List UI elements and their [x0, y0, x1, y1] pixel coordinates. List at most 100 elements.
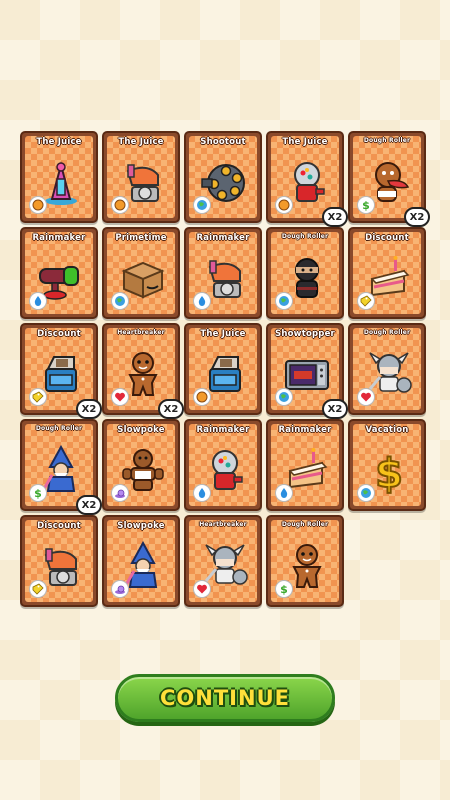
upgrade-card[interactable]: The Juice: [184, 323, 262, 415]
card-face: Heartbreaker: [189, 520, 257, 602]
card-title: Shootout: [200, 137, 246, 147]
svg-text:$: $: [280, 583, 288, 595]
green-dollar-icon: $: [357, 196, 375, 214]
yellow-tag-icon: [29, 388, 47, 406]
orange-orb-icon: [111, 196, 129, 214]
globe-icon: [275, 292, 293, 310]
card-face: Rainmaker: [271, 424, 339, 506]
svg-text:$: $: [375, 451, 403, 495]
upgrade-card[interactable]: The Juice: [20, 131, 98, 223]
purple-snail-icon: [111, 580, 129, 598]
card-title: Slowpoke: [117, 425, 165, 435]
card-title: Dough Roller: [363, 137, 411, 144]
card-title: Discount: [37, 329, 81, 339]
upgrade-card[interactable]: Slowpoke: [102, 419, 180, 511]
upgrade-card[interactable]: Dough Roller $ X2: [20, 419, 102, 515]
card-grid: The Juice The Juice Shootout The Juice X2 Dou…: [20, 131, 430, 607]
continue-button[interactable]: CONTINUE: [115, 674, 335, 722]
globe-icon: [275, 388, 293, 406]
upgrade-card[interactable]: Rainmaker: [20, 227, 98, 319]
card-title: Discount: [37, 521, 81, 531]
upgrade-card[interactable]: Heartbreaker X2: [102, 323, 184, 419]
card-title: Heartbreaker: [199, 521, 247, 528]
card-face: Shootout: [189, 136, 257, 218]
card-title: Rainmaker: [278, 425, 332, 435]
card-face: Dough Roller $: [25, 424, 93, 506]
upgrade-card[interactable]: Heartbreaker: [184, 515, 262, 607]
card-title: Slowpoke: [117, 521, 165, 531]
upgrade-card[interactable]: Slowpoke: [102, 515, 180, 607]
globe-icon: [111, 292, 129, 310]
orange-orb-icon: [193, 388, 211, 406]
card-title: Vacation: [365, 425, 409, 435]
upgrade-card[interactable]: Discount: [20, 515, 98, 607]
upgrade-card[interactable]: Dough Roller: [348, 323, 426, 415]
upgrade-card[interactable]: Discount X2: [20, 323, 102, 419]
card-title: Rainmaker: [32, 233, 86, 243]
multiplier-badge: X2: [158, 399, 184, 419]
green-dollar-icon: $: [275, 580, 293, 598]
card-face: Primetime: [107, 232, 175, 314]
upgrade-card[interactable]: The Juice: [102, 131, 180, 223]
card-face: Vacation $: [353, 424, 421, 506]
heart-icon: [111, 388, 129, 406]
card-title: Dough Roller: [363, 329, 411, 336]
upgrade-card[interactable]: Shootout: [184, 131, 262, 223]
upgrade-card[interactable]: Rainmaker: [266, 419, 344, 511]
card-face: Dough Roller $: [353, 136, 421, 218]
card-title: Dough Roller: [281, 521, 329, 528]
multiplier-badge: X2: [76, 399, 102, 419]
continue-label: CONTINUE: [160, 686, 290, 710]
card-face: The Juice: [107, 136, 175, 218]
card-title: Showtopper: [275, 329, 335, 339]
yellow-tag-icon: [29, 580, 47, 598]
card-title: Rainmaker: [196, 233, 250, 243]
card-face: Dough Roller $: [271, 520, 339, 602]
green-dollar-icon: $: [29, 484, 47, 502]
card-title: Dough Roller: [35, 425, 83, 432]
water-drop-icon: [193, 292, 211, 310]
heart-icon: [193, 580, 211, 598]
card-title: Dough Roller: [281, 233, 329, 240]
upgrade-card[interactable]: Rainmaker: [184, 227, 262, 319]
card-face: Discount: [25, 520, 93, 602]
card-face: Showtopper: [271, 328, 339, 410]
svg-text:$: $: [362, 199, 370, 211]
upgrade-card[interactable]: Dough Roller $: [266, 515, 344, 607]
globe-icon: [193, 196, 211, 214]
upgrade-card[interactable]: Discount: [348, 227, 426, 319]
multiplier-badge: X2: [322, 207, 348, 227]
card-face: The Juice: [271, 136, 339, 218]
globe-icon: [357, 484, 375, 502]
upgrade-card[interactable]: Primetime: [102, 227, 180, 319]
upgrade-card[interactable]: Showtopper X2: [266, 323, 348, 419]
upgrade-card[interactable]: Vacation $: [348, 419, 426, 511]
card-title: Primetime: [115, 233, 167, 243]
card-face: Heartbreaker: [107, 328, 175, 410]
multiplier-badge: X2: [322, 399, 348, 419]
upgrade-card[interactable]: Dough Roller: [266, 227, 344, 319]
yellow-tag-icon: [357, 292, 375, 310]
svg-text:$: $: [34, 487, 42, 499]
card-face: Discount: [25, 328, 93, 410]
upgrade-card[interactable]: Dough Roller $ X2: [348, 131, 430, 227]
card-title: The Juice: [282, 137, 328, 147]
card-face: Rainmaker: [189, 232, 257, 314]
card-face: Slowpoke: [107, 424, 175, 506]
card-title: The Juice: [118, 137, 164, 147]
upgrade-card[interactable]: The Juice X2: [266, 131, 348, 227]
card-face: The Juice: [189, 328, 257, 410]
water-drop-icon: [193, 484, 211, 502]
orange-orb-icon: [29, 196, 47, 214]
card-face: Slowpoke: [107, 520, 175, 602]
orange-orb-icon: [275, 196, 293, 214]
card-title: Heartbreaker: [117, 329, 165, 336]
card-face: Rainmaker: [25, 232, 93, 314]
heart-icon: [357, 388, 375, 406]
water-drop-icon: [275, 484, 293, 502]
upgrade-card[interactable]: Rainmaker: [184, 419, 262, 511]
card-face: Dough Roller: [353, 328, 421, 410]
card-face: Discount: [353, 232, 421, 314]
card-title: Discount: [365, 233, 409, 243]
card-title: Rainmaker: [196, 425, 250, 435]
